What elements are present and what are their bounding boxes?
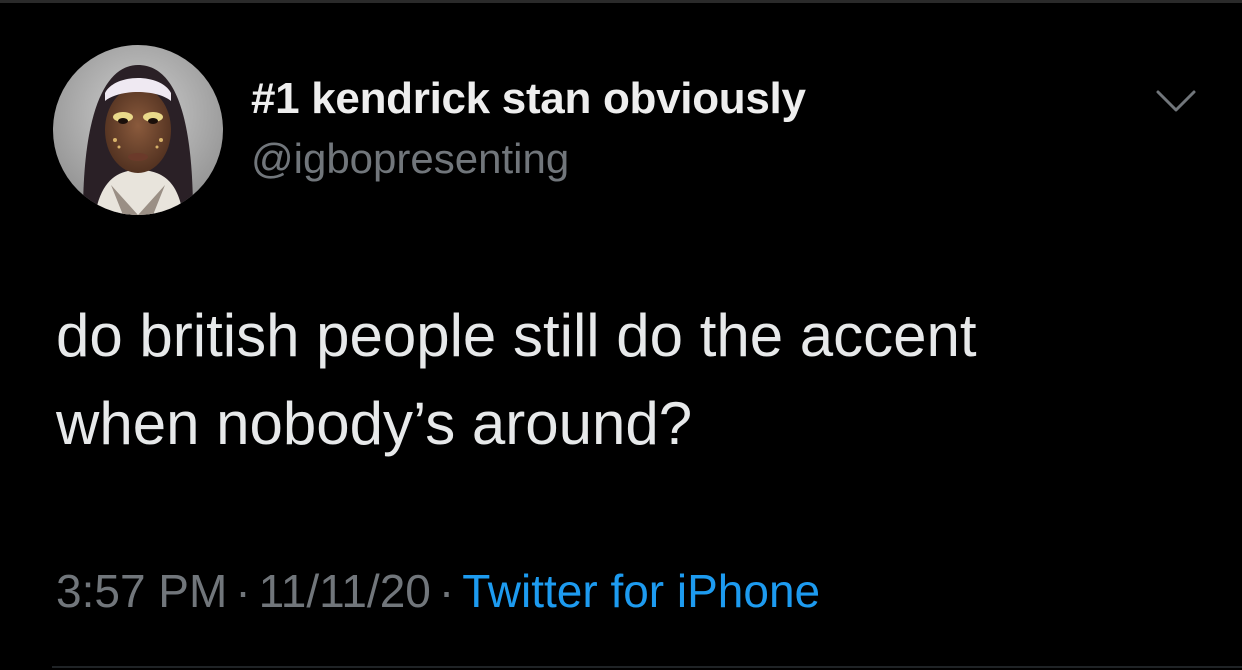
tweet-text-line-2: when nobody’s around? bbox=[56, 390, 693, 457]
bottom-divider bbox=[52, 666, 1242, 668]
tweet-time[interactable]: 3:57 PM bbox=[56, 565, 227, 617]
profile-photo-icon bbox=[53, 45, 223, 215]
separator-dot: · bbox=[235, 565, 251, 617]
tweet-metadata: 3:57 PM · 11/11/20 · Twitter for iPhone bbox=[56, 565, 820, 618]
author-display-name[interactable]: #1 kendrick stan obviously bbox=[251, 74, 806, 125]
avatar[interactable] bbox=[53, 45, 223, 215]
author-handle[interactable]: @igbopresenting bbox=[251, 135, 569, 183]
tweet-source-link[interactable]: Twitter for iPhone bbox=[462, 565, 820, 617]
separator-dot: · bbox=[438, 565, 455, 617]
tweet-text-line-1: do british people still do the accent bbox=[56, 302, 977, 369]
tweet-text: do british people still do the accent wh… bbox=[56, 292, 1206, 468]
top-divider bbox=[0, 0, 1242, 3]
chevron-down-icon[interactable] bbox=[1150, 82, 1202, 120]
tweet-date[interactable]: 11/11/20 bbox=[259, 565, 431, 617]
